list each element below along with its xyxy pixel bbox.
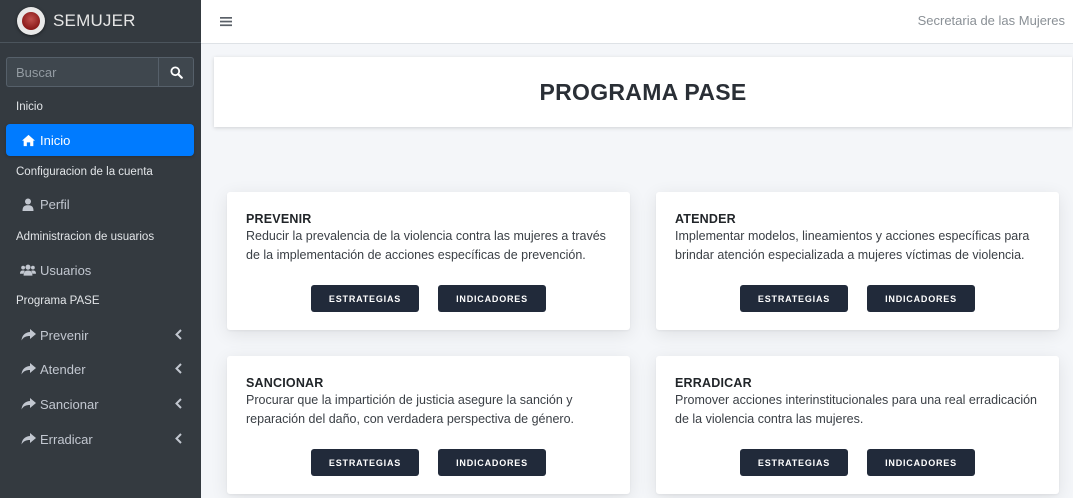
nav-header-inicio: Inicio xyxy=(16,101,43,113)
chevron-left-icon xyxy=(175,363,182,374)
nav-header-administracion: Administracion de usuarios xyxy=(16,231,155,243)
sidebar-item-label: Usuarios xyxy=(40,262,92,278)
chevron-left-icon xyxy=(175,329,182,340)
card-title: SANCIONAR xyxy=(246,376,324,390)
card-description: Procurar que la impartición de justicia … xyxy=(246,393,574,426)
page-title: PROGRAMA PASE xyxy=(539,78,747,105)
sidebar-item-usuarios[interactable]: Usuarios xyxy=(6,254,194,286)
sidebar-item-label: Prevenir xyxy=(40,327,89,343)
share-icon xyxy=(20,328,36,342)
sidebar-item-erradicar[interactable]: Erradicar xyxy=(6,423,194,455)
sidebar-item-sancionar[interactable]: Sancionar xyxy=(6,388,194,420)
sidebar-item-label: Inicio xyxy=(40,132,71,148)
card-description: Implementar modelos, lineamientos y acci… xyxy=(675,229,1030,262)
indicadores-button[interactable]: INDICADORES xyxy=(438,285,546,312)
top-navbar: Secretaria de las Mujeres xyxy=(201,0,1073,44)
search-icon xyxy=(169,65,183,79)
share-icon xyxy=(20,362,36,376)
card-sancionar: SANCIONAR Procurar que la impartición de… xyxy=(227,356,630,494)
indicadores-button[interactable]: INDICADORES xyxy=(438,449,546,476)
home-icon xyxy=(20,133,36,147)
share-icon xyxy=(20,432,36,446)
card-prevenir: PREVENIR Reducir la prevalencia de la vi… xyxy=(227,192,630,330)
sidebar: SEMUJER Inicio Inicio Configuracion de l… xyxy=(0,0,201,498)
sidebar-item-label: Perfil xyxy=(40,196,70,212)
sidebar-item-label: Atender xyxy=(40,361,86,377)
sidebar-item-label: Erradicar xyxy=(40,431,93,447)
nav-header-programa: Programa PASE xyxy=(16,295,100,307)
brand-name: SEMUJER xyxy=(53,11,136,30)
sidebar-item-perfil[interactable]: Perfil xyxy=(6,188,194,220)
sidebar-search xyxy=(6,57,194,87)
card-atender: ATENDER Implementar modelos, lineamiento… xyxy=(656,192,1059,330)
indicadores-button[interactable]: INDICADORES xyxy=(867,285,975,312)
brand-logo xyxy=(17,7,45,35)
card-description: Promover acciones interinstitucionales p… xyxy=(675,393,1037,426)
page-title-card: PROGRAMA PASE xyxy=(214,57,1072,127)
sidebar-item-label: Sancionar xyxy=(40,396,99,412)
card-title: ATENDER xyxy=(675,212,736,226)
card-title: ERRADICAR xyxy=(675,376,752,390)
hamburger-menu-icon[interactable] xyxy=(220,14,232,32)
search-input[interactable] xyxy=(6,57,158,87)
brand-link[interactable]: SEMUJER xyxy=(0,0,201,43)
card-description: Reducir la prevalencia de la violencia c… xyxy=(246,229,606,262)
chevron-left-icon xyxy=(175,398,182,409)
estrategias-button[interactable]: ESTRATEGIAS xyxy=(740,285,848,312)
chevron-left-icon xyxy=(175,433,182,444)
users-icon xyxy=(20,263,36,277)
user-icon xyxy=(20,197,36,211)
sidebar-item-inicio[interactable]: Inicio xyxy=(6,124,194,156)
share-icon xyxy=(20,397,36,411)
sidebar-item-atender[interactable]: Atender xyxy=(6,353,194,385)
estrategias-button[interactable]: ESTRATEGIAS xyxy=(740,449,848,476)
estrategias-button[interactable]: ESTRATEGIAS xyxy=(311,285,419,312)
estrategias-button[interactable]: ESTRATEGIAS xyxy=(311,449,419,476)
organization-link[interactable]: Secretaria de las Mujeres xyxy=(918,13,1065,28)
card-erradicar: ERRADICAR Promover acciones interinstitu… xyxy=(656,356,1059,494)
sidebar-item-prevenir[interactable]: Prevenir xyxy=(6,319,194,351)
nav-header-configuracion: Configuracion de la cuenta xyxy=(16,166,153,178)
search-button[interactable] xyxy=(158,57,194,87)
card-title: PREVENIR xyxy=(246,212,312,226)
indicadores-button[interactable]: INDICADORES xyxy=(867,449,975,476)
